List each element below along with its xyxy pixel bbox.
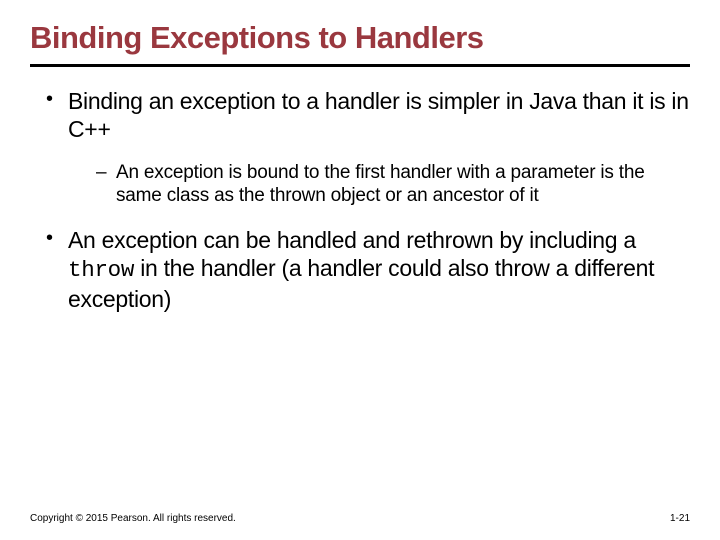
bullet-2-post: in the handler (a handler could also thr…	[68, 255, 654, 312]
slide-content: Binding an exception to a handler is sim…	[30, 87, 690, 313]
slide-footer: Copyright © 2015 Pearson. All rights res…	[30, 513, 690, 524]
slide-title: Binding Exceptions to Handlers	[30, 20, 690, 56]
bullet-2-code: throw	[68, 257, 134, 283]
copyright-text: Copyright © 2015 Pearson. All rights res…	[30, 513, 236, 524]
bullet-2: An exception can be handled and rethrown…	[40, 226, 690, 313]
bullet-1-text: Binding an exception to a handler is sim…	[68, 88, 689, 142]
title-divider	[30, 64, 690, 67]
sub-bullet-1: An exception is bound to the first handl…	[94, 161, 690, 209]
bullet-1: Binding an exception to a handler is sim…	[40, 87, 690, 209]
bullet-list: Binding an exception to a handler is sim…	[40, 87, 690, 313]
slide: Binding Exceptions to Handlers Binding a…	[0, 0, 720, 540]
page-number: 1-21	[670, 513, 690, 524]
sub-bullet-list: An exception is bound to the first handl…	[68, 161, 690, 209]
bullet-2-pre: An exception can be handled and rethrown…	[68, 227, 636, 253]
